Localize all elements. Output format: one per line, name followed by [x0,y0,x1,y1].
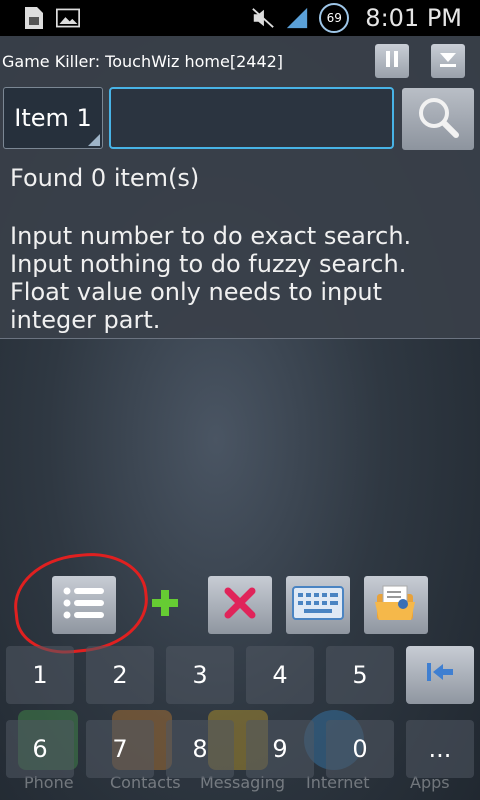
backspace-key[interactable] [406,646,474,704]
search-button[interactable] [402,88,474,150]
keyboard-icon [292,585,344,625]
item-selector[interactable]: Item 1 [3,87,103,149]
battery-indicator: 69 [319,3,350,33]
key-7[interactable]: 7 [86,720,154,778]
status-bar: 69 8:01 PM [0,0,480,36]
delete-button[interactable] [208,576,272,634]
search-hint: Input number to do exact search. Input n… [10,222,470,334]
add-button[interactable] [137,576,193,634]
mute-icon [251,6,275,30]
key-8[interactable]: 8 [166,720,234,778]
key-6[interactable]: 6 [6,720,74,778]
plus-icon [150,588,180,622]
folder-icon [373,582,419,628]
key-4[interactable]: 4 [246,646,314,704]
key-5[interactable]: 5 [326,646,394,704]
item-selector-label: Item 1 [14,104,92,132]
pause-button[interactable] [375,44,409,78]
dropdown-corner-icon [88,134,100,146]
clock: 8:01 PM [365,4,462,32]
signal-icon [285,6,309,30]
hint-line: Float value only needs to input integer … [10,278,383,334]
list-icon [62,586,106,624]
key-0[interactable]: 0 [326,720,394,778]
panel-title: Game Killer: TouchWiz home[2442] [2,52,284,71]
close-icon [224,587,256,623]
minimize-button[interactable] [431,44,465,78]
key-1[interactable]: 1 [6,646,74,704]
list-button[interactable] [52,576,116,634]
sim-icon [22,6,46,30]
key-3[interactable]: 3 [166,646,234,704]
search-icon [414,93,462,145]
minimize-icon [438,50,458,72]
search-input[interactable] [109,87,394,149]
hint-line: Input nothing to do fuzzy search. [10,250,407,278]
pause-icon [384,50,400,72]
found-count: Found 0 item(s) [10,164,200,192]
more-key[interactable]: ... [406,720,474,778]
image-icon [56,6,80,30]
saved-list-button[interactable] [364,576,428,634]
backspace-icon [425,661,455,689]
keyboard-button[interactable] [286,576,350,634]
key-2[interactable]: 2 [86,646,154,704]
key-9[interactable]: 9 [246,720,314,778]
hint-line: Input number to do exact search. [10,222,412,250]
